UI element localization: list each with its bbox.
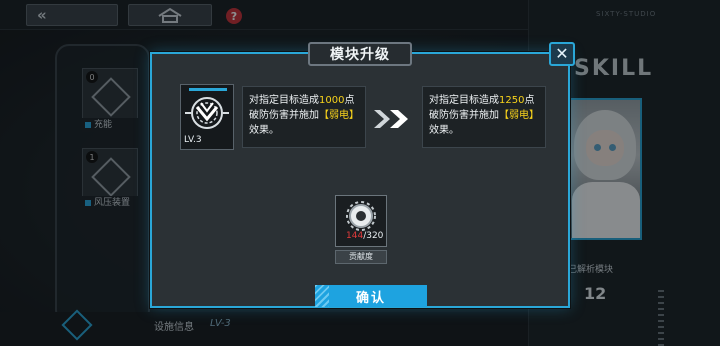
damage-value-upgraded: 1250	[499, 95, 525, 106]
effect-text: 对指定目标造成	[429, 95, 499, 106]
confirm-label: 确认	[355, 290, 386, 306]
effect-text: 破防伤害并施加	[429, 110, 499, 121]
module-emblem-icon	[185, 97, 229, 129]
effect-text: 对指定目标造成	[249, 95, 319, 106]
material-label: 贡献度	[335, 250, 387, 264]
effect-text: 点	[344, 95, 355, 106]
dialog-title-tab: 模块升级	[308, 42, 412, 66]
effect-current: 对指定目标造成1000点 破防伤害并施加【弱电】 效果。	[242, 86, 366, 148]
module-icon-card: LV.3	[180, 84, 234, 150]
confirm-button[interactable]: 确认	[315, 285, 427, 307]
status-tag: 【弱电】	[319, 110, 359, 121]
material-required: /320	[363, 231, 384, 241]
damage-value-current: 1000	[319, 95, 345, 106]
material-current: 144	[346, 231, 364, 241]
dialog-title: 模块升级	[330, 47, 390, 63]
status-tag: 【弱电】	[499, 110, 539, 121]
close-button[interactable]: ✕	[549, 42, 575, 66]
effect-upgraded: 对指定目标造成1250点 破防伤害并施加【弱电】 效果。	[422, 86, 546, 148]
module-level: LV.3	[184, 135, 202, 145]
effect-text: 效果。	[429, 125, 459, 136]
effect-text: 破防伤害并施加	[249, 110, 319, 121]
effect-text: 效果。	[249, 125, 279, 136]
close-icon: ✕	[555, 44, 569, 63]
effect-text: 点	[524, 95, 535, 106]
upgrade-arrow-icon	[374, 110, 408, 128]
material-count: 144/320	[346, 231, 383, 241]
